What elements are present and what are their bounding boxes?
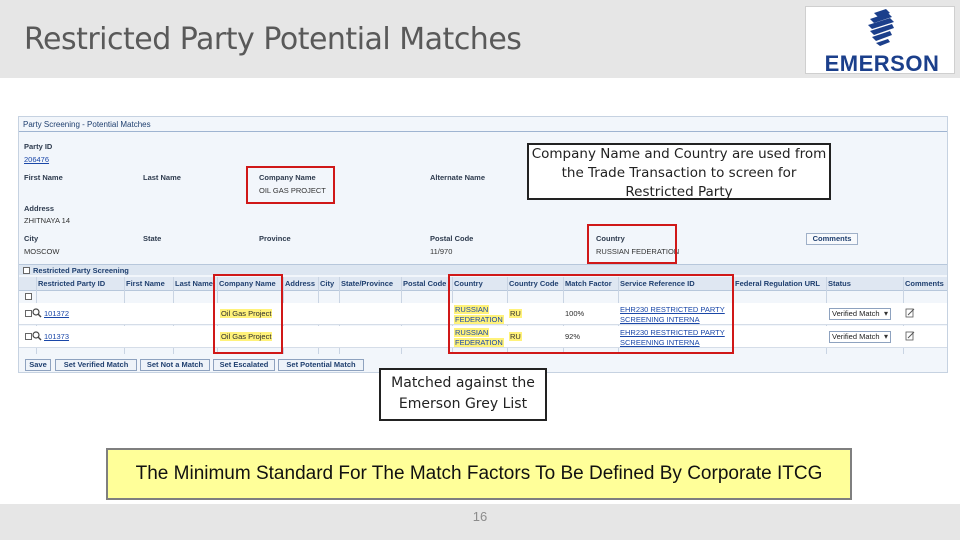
- window-title: Party Screening - Potential Matches: [23, 120, 151, 129]
- row-party-id-link[interactable]: 101372: [44, 309, 69, 318]
- grid-company-highlight-box: [213, 274, 283, 354]
- page-number: 16: [472, 509, 488, 524]
- comments-button[interactable]: Comments: [806, 233, 858, 245]
- emerson-logo: EMERSON: [805, 6, 955, 76]
- first-name-label: First Name: [24, 173, 63, 182]
- edit-note-icon[interactable]: [905, 308, 915, 318]
- address-label: Address: [24, 204, 55, 213]
- set-not-a-match-button[interactable]: Set Not a Match: [140, 359, 210, 371]
- state-label: State: [143, 234, 162, 243]
- col-federal-regulation-url[interactable]: Federal Regulation URL: [735, 279, 820, 288]
- postal-code-label: Postal Code: [430, 234, 474, 243]
- row-select-checkbox[interactable]: [25, 333, 32, 340]
- city-value: MOSCOW: [24, 247, 60, 256]
- col-city[interactable]: City: [320, 279, 334, 288]
- set-escalated-button[interactable]: Set Escalated: [213, 359, 275, 371]
- select-all-checkbox[interactable]: [25, 293, 32, 300]
- party-id-label: Party ID: [24, 142, 53, 151]
- section-title: Restricted Party Screening: [33, 266, 129, 275]
- col-postal-code[interactable]: Postal Code: [403, 279, 446, 288]
- section-collapse-toggle[interactable]: [23, 267, 30, 274]
- alternate-name-label: Alternate Name: [430, 173, 486, 182]
- row-select-checkbox[interactable]: [25, 310, 32, 317]
- col-last-name[interactable]: Last Name: [175, 279, 213, 288]
- minimum-standard-banner: The Minimum Standard For The Match Facto…: [106, 448, 852, 500]
- col-address[interactable]: Address: [285, 279, 315, 288]
- last-name-label: Last Name: [143, 173, 181, 182]
- company-name-highlight-box: [246, 166, 335, 204]
- col-state-province[interactable]: State/Province: [341, 279, 393, 288]
- grid-match-highlight-box: [448, 274, 734, 354]
- title-divider: [19, 131, 947, 132]
- party-id-link[interactable]: 206476: [24, 155, 49, 164]
- city-label: City: [24, 234, 39, 243]
- col-comments[interactable]: Comments: [905, 279, 944, 288]
- emerson-stripes-icon: [868, 9, 894, 46]
- row-status-select[interactable]: Verified Match: [829, 308, 891, 320]
- edit-note-icon[interactable]: [905, 331, 915, 341]
- province-label: Province: [259, 234, 291, 243]
- company-country-callout: Company Name and Country are used from t…: [527, 143, 831, 200]
- magnifier-icon[interactable]: [32, 331, 42, 341]
- set-verified-match-button[interactable]: Set Verified Match: [55, 359, 137, 371]
- row-party-id-link[interactable]: 101373: [44, 332, 69, 341]
- col-first-name[interactable]: First Name: [126, 279, 165, 288]
- country-highlight-box: [587, 224, 677, 264]
- postal-code-value: 11/970: [430, 247, 453, 256]
- row-status-select[interactable]: Verified Match: [829, 331, 891, 343]
- logo-wordmark: EMERSON: [824, 51, 940, 76]
- save-button[interactable]: Save: [25, 359, 51, 371]
- magnifier-icon[interactable]: [32, 308, 42, 318]
- slide-title: Restricted Party Potential Matches: [24, 22, 522, 57]
- set-potential-match-button[interactable]: Set Potential Match: [278, 359, 364, 371]
- grey-list-callout: Matched against the Emerson Grey List: [379, 368, 547, 421]
- slide: Restricted Party Potential Matches EMERS…: [0, 0, 960, 540]
- col-restricted-party-id[interactable]: Restricted Party ID: [38, 279, 105, 288]
- address-value: ZHITNAYA 14: [24, 216, 70, 225]
- col-status[interactable]: Status: [828, 279, 851, 288]
